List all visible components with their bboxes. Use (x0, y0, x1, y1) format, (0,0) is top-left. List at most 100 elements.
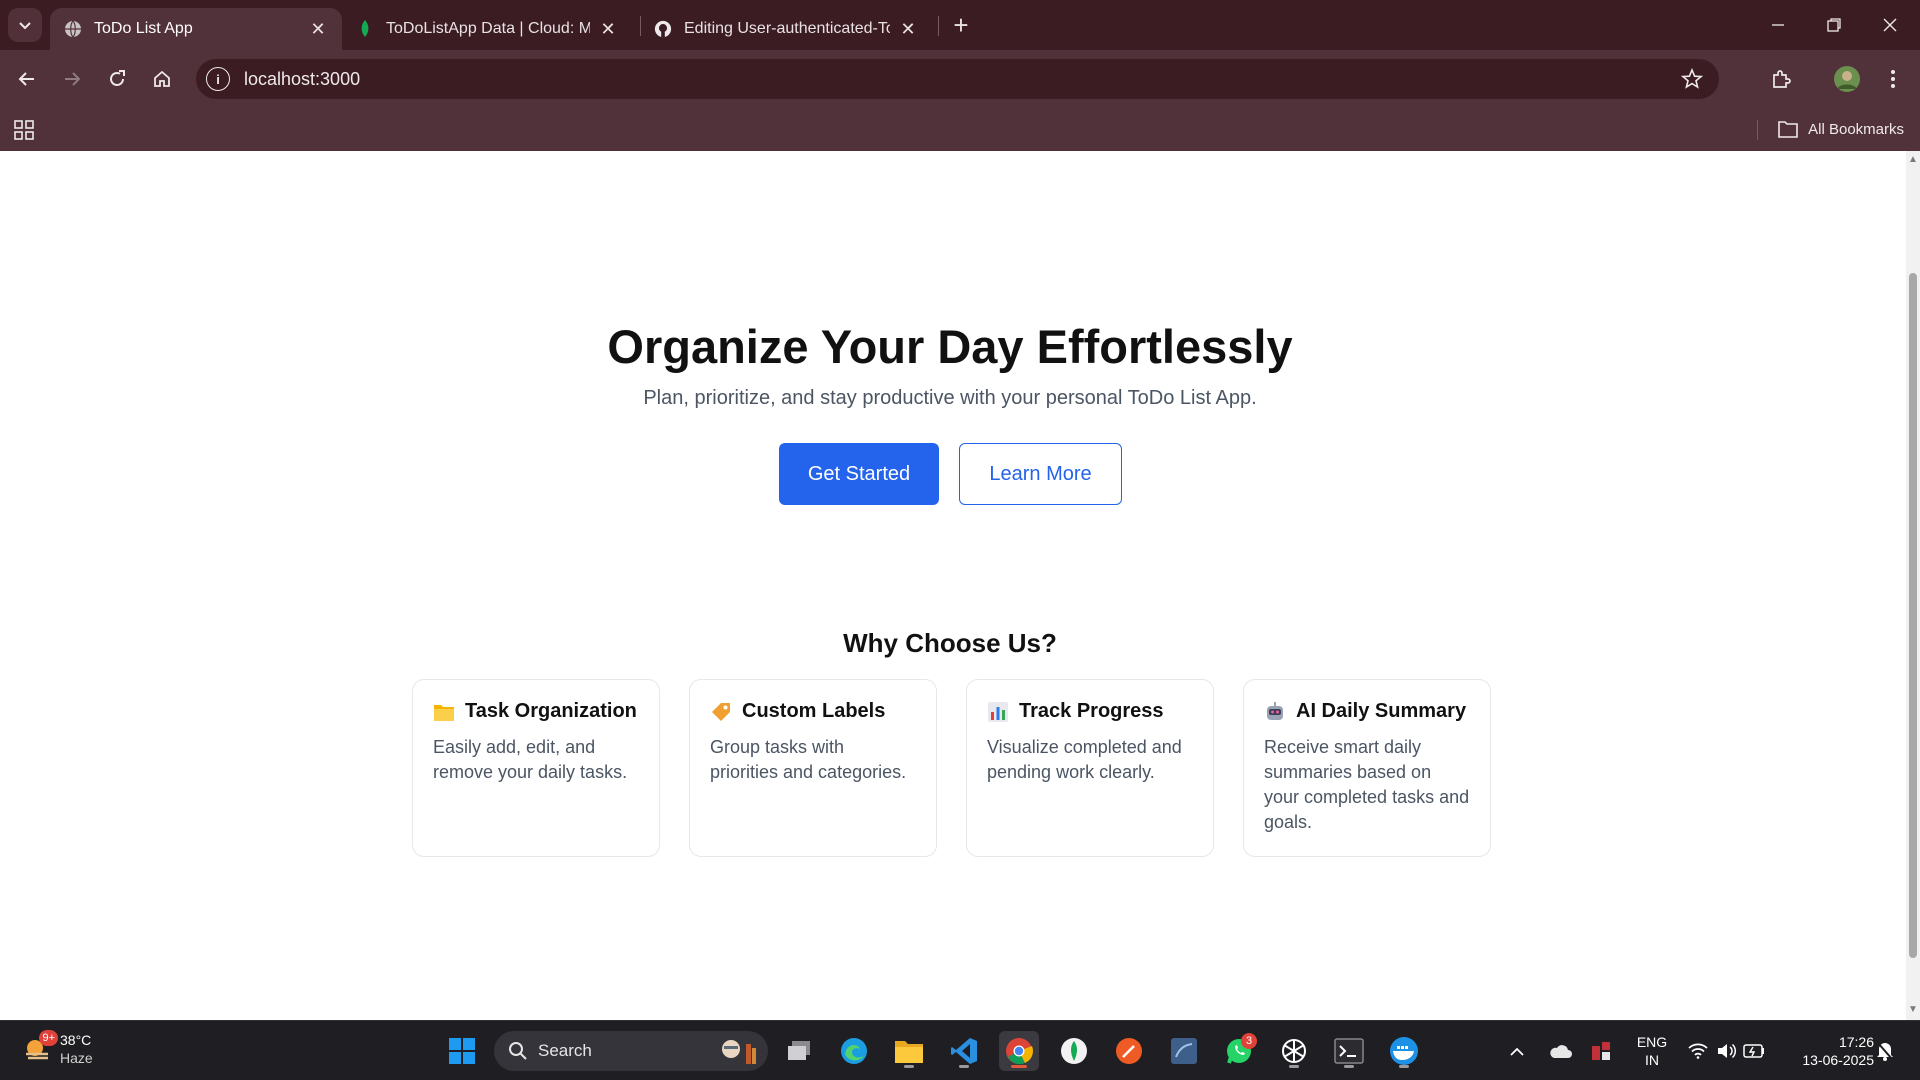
docker-icon[interactable] (1384, 1031, 1424, 1071)
chevron-up-icon[interactable] (1502, 1031, 1532, 1071)
mongodb-leaf-icon (356, 20, 374, 38)
windows-start-icon[interactable] (442, 1031, 482, 1071)
close-icon[interactable]: ✕ (898, 19, 918, 39)
bookmark-star-icon[interactable] (1680, 67, 1704, 95)
running-indicator (959, 1065, 969, 1068)
folder-icon (1778, 121, 1798, 138)
chrome-icon[interactable] (999, 1031, 1039, 1071)
all-bookmarks-label: All Bookmarks (1808, 120, 1904, 138)
web-page: Organize Your Day Effortlessly Plan, pri… (0, 151, 1906, 1020)
card-description: Easily add, edit, and remove your daily … (433, 737, 628, 782)
minimize-icon[interactable] (1750, 0, 1806, 50)
card-title: Custom Labels (742, 700, 886, 722)
hero-title: Organize Your Day Effortlessly (607, 320, 1293, 373)
scroll-down-arrow-icon[interactable]: ▼ (1908, 1005, 1918, 1015)
security-app-icon[interactable] (1584, 1031, 1618, 1071)
scrollbar-thumb[interactable] (1909, 273, 1917, 958)
tab-title: Editing User-authenticated-To- (684, 20, 890, 37)
temperature-text: 38°C (60, 1032, 92, 1048)
search-icon (509, 1042, 527, 1060)
learn-more-button[interactable]: Learn More (959, 443, 1122, 505)
file-explorer-icon[interactable] (889, 1031, 929, 1071)
apps-grid-icon[interactable] (14, 120, 34, 145)
card-title: Task Organization (465, 700, 637, 722)
profile-avatar[interactable] (1830, 62, 1864, 96)
taskbar-search-box[interactable]: Search (494, 1031, 768, 1071)
onedrive-cloud-icon[interactable] (1543, 1031, 1577, 1071)
running-indicator (1289, 1065, 1299, 1068)
tab-strip: ToDo List App ✕ ToDoListApp Data | Cloud… (0, 0, 1920, 50)
home-icon[interactable] (145, 62, 179, 96)
running-indicator (1399, 1065, 1409, 1068)
terminal-icon[interactable] (1329, 1031, 1369, 1071)
tab-title: ToDoListApp Data | Cloud: Mon (386, 20, 590, 37)
whatsapp-icon[interactable]: 3 (1219, 1031, 1259, 1071)
scroll-up-arrow-icon[interactable]: ▲ (1908, 155, 1918, 165)
new-tab-plus-icon[interactable]: + (948, 10, 974, 40)
weather-condition: Haze (60, 1050, 93, 1066)
restore-icon[interactable] (1806, 0, 1862, 50)
feature-card-custom-labels: Custom Labels Group tasks with prioritie… (689, 679, 937, 857)
extensions-puzzle-icon[interactable] (1764, 62, 1798, 96)
page-scrollbar[interactable]: ▲ ▼ (1906, 151, 1920, 1020)
battery-icon[interactable] (1738, 1031, 1770, 1071)
bar-chart-icon (988, 701, 1008, 722)
card-description: Group tasks with priorities and categori… (710, 737, 907, 782)
weather-haze-icon: 9+ (22, 1030, 58, 1064)
back-arrow-icon[interactable] (10, 62, 44, 96)
label-tag-icon (712, 702, 730, 721)
close-window-icon[interactable] (1862, 0, 1918, 50)
tab-separator (938, 16, 939, 36)
robot-icon (1267, 701, 1283, 720)
globe-icon (64, 20, 82, 38)
close-icon[interactable]: ✕ (598, 19, 618, 39)
search-highlight-icon (722, 1040, 756, 1064)
card-title: Track Progress (1019, 700, 1164, 722)
notifications-bell-icon[interactable] (1868, 1031, 1902, 1071)
search-label: Search (538, 1041, 592, 1060)
bookmarks-divider (1757, 120, 1758, 140)
folder-icon (434, 704, 454, 721)
notification-badge: 3 (1241, 1033, 1257, 1049)
address-bar[interactable]: i localhost:3000 (196, 59, 1719, 99)
clock-time: 17:26 (1838, 1034, 1874, 1050)
running-indicator (904, 1065, 914, 1068)
browser-toolbar: i localhost:3000 (0, 50, 1920, 108)
card-title: AI Daily Summary (1296, 700, 1467, 722)
task-view-icon[interactable] (779, 1031, 819, 1071)
feature-card-track-progress: Track Progress Visualize completed and p… (966, 679, 1214, 857)
feature-card-ai-daily-summary: AI Daily Summary Receive smart daily sum… (1243, 679, 1491, 857)
tab-github-editing[interactable]: Editing User-authenticated-To- ✕ (640, 8, 932, 50)
tab-todo-list-app[interactable]: ToDo List App ✕ (50, 8, 342, 50)
reload-icon[interactable] (100, 62, 134, 96)
tab-mongodb-cloud[interactable]: ToDoListApp Data | Cloud: Mon ✕ (342, 8, 632, 50)
edge-browser-icon[interactable] (834, 1031, 874, 1071)
get-started-button[interactable]: Get Started (779, 443, 939, 505)
tab-search-button[interactable] (8, 8, 42, 42)
clock[interactable]: 17:26 13-06-2025 (1784, 1033, 1874, 1069)
all-bookmarks-button[interactable]: All Bookmarks (1778, 116, 1904, 142)
mysql-workbench-icon[interactable] (1164, 1031, 1204, 1071)
mongodb-compass-icon[interactable] (1054, 1031, 1094, 1071)
running-indicator (1344, 1065, 1354, 1068)
language-indicator[interactable]: ENG IN (1630, 1033, 1674, 1069)
site-info-icon[interactable]: i (206, 67, 230, 91)
url-text: localhost:3000 (244, 68, 361, 89)
github-icon (654, 20, 672, 38)
language-code: ENG (1636, 1034, 1668, 1050)
vscode-icon[interactable] (944, 1031, 984, 1071)
bookmarks-bar: All Bookmarks (0, 108, 1920, 151)
forward-arrow-icon[interactable] (55, 62, 89, 96)
postman-icon[interactable] (1109, 1031, 1149, 1071)
feature-card-task-organization: Task Organization Easily add, edit, and … (412, 679, 660, 857)
weather-widget[interactable]: 9+ 38°C Haze (22, 1030, 93, 1067)
features-heading: Why Choose Us? (843, 628, 1057, 658)
close-icon[interactable]: ✕ (308, 19, 328, 39)
active-indicator (1011, 1065, 1027, 1068)
more-vertical-icon[interactable] (1876, 62, 1910, 96)
region-code: IN (1645, 1052, 1659, 1068)
chatgpt-icon[interactable] (1274, 1031, 1314, 1071)
chevron-down-icon (19, 22, 31, 30)
tab-title: ToDo List App (94, 20, 193, 37)
card-description: Receive smart daily summaries based on y… (1264, 737, 1470, 832)
